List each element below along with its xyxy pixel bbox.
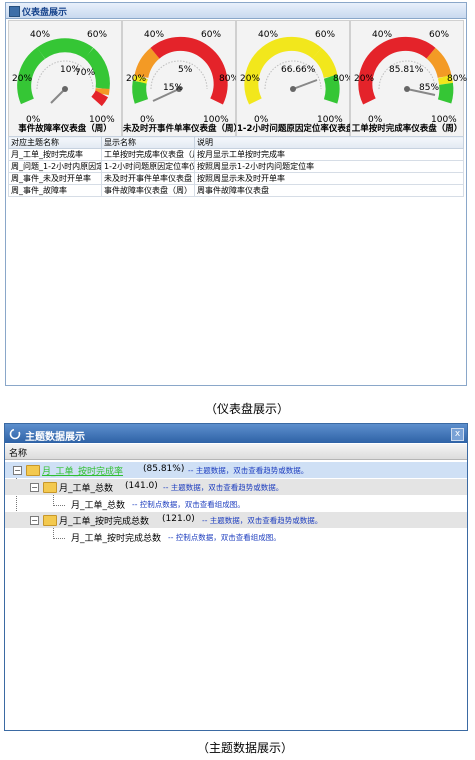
tick-label-40: 40% [30,30,51,40]
column-header-name-row: 名称 [5,444,467,460]
panel-collapse-icon[interactable] [9,6,20,17]
tree-node-label: 月_工单_按时完成总数 [59,517,150,527]
table-row[interactable]: 周_事件_故障率 事件故障率仪表盘（周） 周事件故障率仪表盘 [8,184,464,197]
table-cell: 周_问题_1-2小时内原因定位率 [8,160,102,173]
gauge-card-root-cause-rate[interactable]: 20% 40% 60% 80% 0% 100% 66.66% 1-2小时问题原因… [236,20,380,137]
tree-node-note: -- 控制点数据，双击查看组成图。 [168,533,281,542]
tick-label-60: 60% [315,30,336,40]
column-header-name[interactable]: 名称 [9,446,27,459]
column-header-description[interactable]: 说明 [194,136,464,149]
gauge-card-fault-rate[interactable]: 20% 40% 60% 70% 0% 100% 10% 事件故障率仪表盘（周） [8,20,122,137]
table-row[interactable]: 周_问题_1-2小时内原因定位率 1-2小时问题原因定位率仪表盘（周） 按照周显… [8,160,464,173]
tick-label-20: 20% [354,74,375,84]
topic-data-panel: 主题数据展示 x 名称 − 月_工单_按时完成率 (85.81%) -- 主题数… [4,423,468,731]
tree-node-note: -- 控制点数据，双击查看组成图。 [132,500,245,509]
tree-leaf-total[interactable]: 月_工单_总数 -- 控制点数据，双击查看组成图。 [5,496,467,512]
dashboard-panel: 仪表盘展示 20% 40% 60% 70% 0% 100% 10% 事件故障率仪… [5,2,467,386]
table-cell: 按月显示工单按时完成率 [194,148,464,161]
gauge-title: 事件故障率仪表盘（周） [18,124,112,134]
tick-label-20: 20% [240,74,261,84]
tick-label-40: 40% [258,30,279,40]
tick-label-85: 85% [419,83,440,93]
table-cell: 月_工单_按时完成率 [8,148,102,161]
gauge-value-label: 10% [60,65,81,75]
table-cell: 按照周显示未及时开单率 [194,172,464,185]
gauge-card-late-ticket-rate[interactable]: 20% 40% 60% 80% 15% 0% 100% 5% 未及时开事件单率仪… [122,20,243,137]
table-cell: 按照周显示1-2小时内问题定位率 [194,160,464,173]
tick-label-20: 20% [12,74,33,84]
tick-label-60: 60% [87,30,108,40]
column-header-display-name[interactable]: 显示名称 [101,136,195,149]
table-cell: 周_事件_故障率 [8,184,102,197]
folder-icon [26,465,40,476]
caption-gauge: （仪表盘展示） [205,402,290,416]
tick-label-15: 15% [163,83,184,93]
tree-node-ontime-total[interactable]: − 月_工单_按时完成总数 (121.0) -- 主题数据，双击查看趋势或数据。 [5,512,467,528]
gauge-value-label: 66.66% [281,65,316,75]
gauge-title: 工单按时完成率仪表盘（周） [351,124,463,134]
tick-label-40: 40% [372,30,393,40]
tree-node-note: -- 主题数据，双击查看趋势或数据。 [202,516,323,525]
tree-node-label: 月_工单_按时完成总数 [71,534,162,544]
table-cell: 周_事件_未及时开单率 [8,172,102,185]
tree-node-label: 月_工单_按时完成率 [42,467,124,477]
tree-leaf-ontime-total[interactable]: 月_工单_按时完成总数 -- 控制点数据，双击查看组成图。 [5,529,467,545]
tree-node-value: (121.0) [162,514,195,524]
gauge-value-label: 5% [178,65,193,75]
dashboard-titlebar: 仪表盘展示 [6,3,466,19]
collapse-toggle[interactable]: − [13,466,22,475]
collapse-toggle[interactable]: − [30,483,39,492]
tree-node-total[interactable]: − 月_工单_总数 (141.0) -- 主题数据，双击查看趋势或数据。 [5,479,467,495]
tick-label-60: 60% [201,30,222,40]
tick-label-80: 80% [447,74,468,84]
close-button[interactable]: x [451,428,464,441]
table-cell: 事件故障率仪表盘（周） [101,184,195,197]
dashboard-title: 仪表盘展示 [22,8,68,18]
tree-node-note: -- 主题数据，双击查看趋势或数据。 [163,483,284,492]
folder-icon [43,482,57,493]
topic-title: 主题数据展示 [25,432,85,443]
table-row[interactable]: 月_工单_按时完成率 工单按时完成率仪表盘（月） 按月显示工单按时完成率 [8,148,464,161]
table-cell: 周事件故障率仪表盘 [194,184,464,197]
tick-label-20: 20% [126,74,147,84]
collapse-toggle[interactable]: − [30,516,39,525]
gauge-value-label: 85.81% [389,65,424,75]
topic-titlebar: 主题数据展示 x [5,424,467,443]
column-header-topic[interactable]: 对应主题名称 [8,136,102,149]
table-cell: 工单按时完成率仪表盘（月） [101,148,195,161]
tick-label-60: 60% [429,30,450,40]
folder-icon [43,515,57,526]
gauge-title: 未及时开事件单率仪表盘（周） [123,124,243,134]
gauge-title: 1-2小时问题原因定位率仪表盘（周） [237,124,380,134]
gauge-config-table: 对应主题名称 显示名称 说明 月_工单_按时完成率 工单按时完成率仪表盘（月） … [8,136,464,197]
table-cell: 1-2小时问题原因定位率仪表盘（周） [101,160,195,173]
tree-node-value: (85.81%) [143,464,185,474]
tree-node-label: 月_工单_总数 [71,501,126,511]
tree-node-note: -- 主题数据，双击查看趋势或数据。 [188,466,309,475]
tree-node-value: (141.0) [125,481,158,491]
table-header-row: 对应主题名称 显示名称 说明 [8,136,464,149]
table-row[interactable]: 周_事件_未及时开单率 未及时开事件单率仪表盘（周） 按照周显示未及时开单率 [8,172,464,185]
refresh-icon [9,428,21,440]
table-cell: 未及时开事件单率仪表盘（周） [101,172,195,185]
tick-label-40: 40% [144,30,165,40]
gauge-card-ontime-rate[interactable]: 20% 40% 60% 80% 85% 0% 100% 85.81% 工单按时完… [350,20,468,137]
tree-node-ontime-rate[interactable]: − 月_工单_按时完成率 (85.81%) -- 主题数据，双击查看趋势或数据。 [5,462,467,478]
tree-node-label: 月_工单_总数 [59,484,114,494]
caption-topic: （主题数据展示） [197,741,294,755]
